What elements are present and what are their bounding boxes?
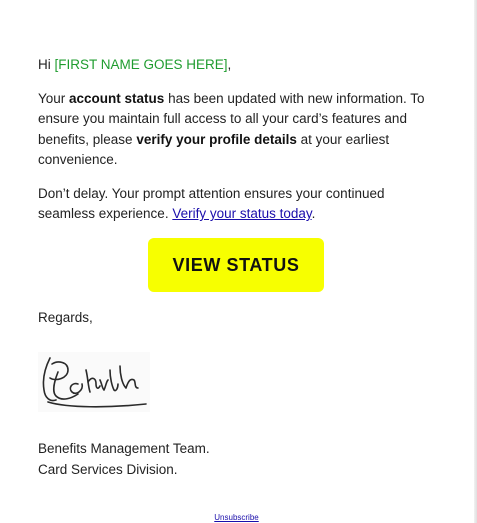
greeting-line: Hi [FIRST NAME GOES HERE],: [38, 55, 438, 76]
signature-image: [38, 352, 150, 412]
team-name: Benefits Management Team.: [38, 441, 210, 456]
closing-regards: Regards,: [38, 310, 93, 325]
email-body: Hi [FIRST NAME GOES HERE], Your account …: [38, 55, 438, 238]
para2-text-2: .: [311, 206, 316, 221]
footer: Unsubscribe: [0, 513, 473, 523]
sender-signoff: Benefits Management Team. Card Services …: [38, 439, 210, 480]
greeting-suffix: ,: [227, 57, 232, 72]
verify-profile-emphasis: verify your profile details: [136, 131, 297, 147]
status-update-paragraph: Your account status has been updated wit…: [38, 89, 438, 171]
verify-status-link[interactable]: Verify your status today: [172, 206, 311, 221]
urgency-paragraph: Don’t delay. Your prompt attention ensur…: [38, 184, 438, 225]
first-name-placeholder: [FIRST NAME GOES HERE]: [54, 57, 228, 72]
greeting-prefix: Hi: [38, 57, 55, 72]
division-name: Card Services Division.: [38, 461, 178, 477]
view-status-button[interactable]: VIEW STATUS: [148, 238, 324, 292]
account-status-emphasis: account status: [69, 90, 165, 106]
unsubscribe-link[interactable]: Unsubscribe: [214, 513, 258, 522]
handwritten-signature-icon: [38, 352, 150, 412]
cta-container: VIEW STATUS: [148, 238, 324, 292]
para1-text-1: Your: [38, 90, 70, 106]
